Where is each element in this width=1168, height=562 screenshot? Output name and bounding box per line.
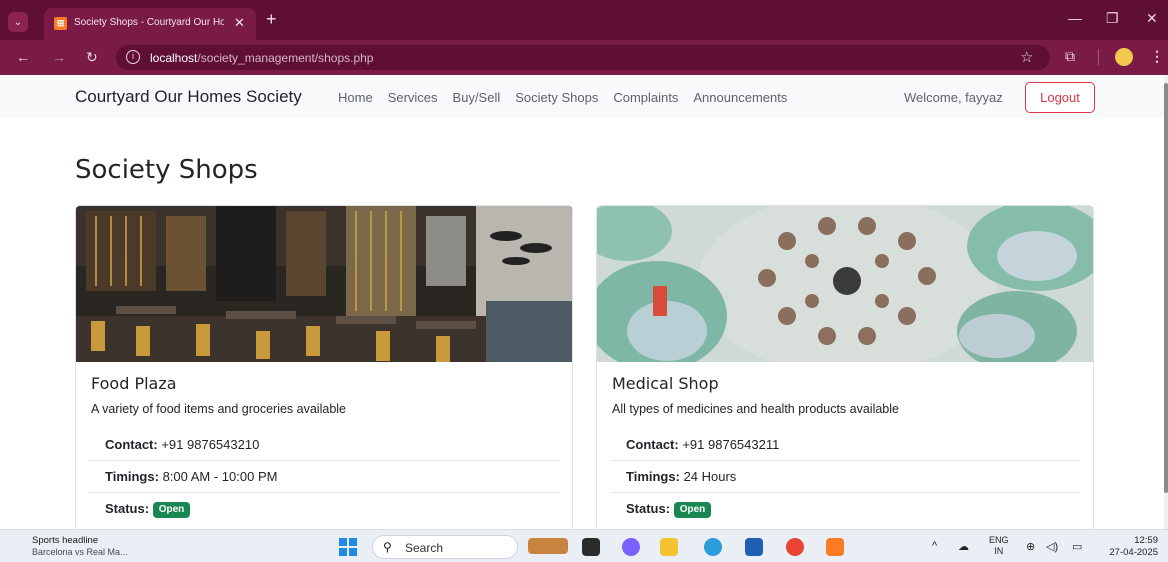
shop-card-food-plaza: Food Plaza A variety of food items and g… <box>75 205 573 529</box>
store-icon[interactable] <box>745 538 763 556</box>
scrollbar-thumb[interactable] <box>1164 83 1168 493</box>
site-navbar: Courtyard Our Homes Society Home Service… <box>0 75 1168 118</box>
status-badge: Open <box>673 502 712 518</box>
shop-timings-row: Timings: 24 Hours <box>610 462 1080 493</box>
clock-time: 12:59 <box>1134 535 1158 546</box>
shop-name: Medical Shop <box>612 374 719 393</box>
contact-label: Contact: <box>626 437 679 452</box>
window-close-icon[interactable]: ✕ <box>1146 10 1158 27</box>
xampp-icon[interactable] <box>826 538 844 556</box>
shop-status-row: Status: Open <box>89 494 559 525</box>
new-tab-icon[interactable]: + <box>266 10 277 28</box>
shop-name: Food Plaza <box>91 374 177 393</box>
shop-status-row: Status: Open <box>610 494 1080 525</box>
shop-description: All types of medicines and health produc… <box>612 402 899 416</box>
cloud-icon[interactable]: ☁ <box>958 540 969 553</box>
restaurant-image <box>76 206 572 362</box>
search-icon: ⚲ <box>383 540 392 554</box>
task-view-icon[interactable] <box>582 538 600 556</box>
extensions-icon[interactable]: ⧉ <box>1065 48 1075 65</box>
surgeons-image <box>597 206 1093 362</box>
timings-label: Timings: <box>105 469 159 484</box>
tray-chevron-icon[interactable]: ^ <box>932 540 937 552</box>
browser-tab-strip: ⌄ ⊞ Society Shops - Courtyard Our Homes … <box>0 0 1168 40</box>
browser-menu-icon[interactable]: ⋮ <box>1150 48 1164 65</box>
chrome-icon[interactable] <box>786 538 804 556</box>
site-brand[interactable]: Courtyard Our Homes Society <box>75 87 302 107</box>
site-info-icon[interactable]: i <box>126 50 140 64</box>
welcome-text: Welcome, fayyaz <box>904 90 1003 105</box>
tab-close-icon[interactable]: ✕ <box>234 15 245 31</box>
tab-search-chevron-icon[interactable]: ⌄ <box>8 12 28 32</box>
nav-link-society-shops[interactable]: Society Shops <box>515 90 598 105</box>
url-text: localhost/society_management/shops.php <box>150 51 374 65</box>
shop-description: A variety of food items and groceries av… <box>91 402 346 416</box>
profile-avatar[interactable] <box>1115 48 1133 66</box>
timings-value: 8:00 AM - 10:00 PM <box>162 469 278 484</box>
shop-contact-row: Contact: +91 9876543211 <box>610 430 1080 461</box>
page-scrollbar[interactable] <box>1164 75 1168 529</box>
clock-date: 27-04-2025 <box>1109 547 1158 558</box>
taskbar-search[interactable]: ⚲ Search <box>372 535 518 559</box>
nav-link-services[interactable]: Services <box>388 90 438 105</box>
restore-icon[interactable]: ❐ <box>1106 10 1119 27</box>
forward-arrow-icon[interactable]: → <box>52 49 66 65</box>
shop-timings-row: Timings: 8:00 AM - 10:00 PM <box>89 462 559 493</box>
shop-contact-row: Contact: +91 9876543210 <box>89 430 559 461</box>
status-label: Status: <box>105 501 150 516</box>
timings-value: 24 Hours <box>683 469 737 484</box>
timings-label: Timings: <box>626 469 680 484</box>
windows-taskbar: Sports headline Barcelona vs Real Ma... … <box>0 529 1168 562</box>
nav-link-announcements[interactable]: Announcements <box>693 90 787 105</box>
status-badge: Open <box>152 502 191 518</box>
bookmark-star-icon[interactable]: ☆ <box>1020 48 1033 66</box>
web-page: Courtyard Our Homes Society Home Service… <box>0 75 1168 529</box>
reload-icon[interactable]: ↻ <box>86 49 98 66</box>
news-widget-title[interactable]: Sports headline <box>32 535 98 546</box>
system-clock[interactable]: 12:59 27-04-2025 <box>1100 535 1158 559</box>
minimize-icon[interactable]: — <box>1068 10 1082 26</box>
nav-link-buy-sell[interactable]: Buy/Sell <box>453 90 501 105</box>
windows-start-icon[interactable] <box>339 538 357 556</box>
back-arrow-icon[interactable]: ← <box>16 49 30 65</box>
file-explorer-icon[interactable] <box>660 538 678 556</box>
toolbar-divider <box>1098 49 1099 65</box>
contact-value: +91 9876543211 <box>682 437 780 452</box>
browser-tab[interactable]: ⊞ Society Shops - Courtyard Our Homes So… <box>44 8 256 40</box>
news-widget-text[interactable]: Barcelona vs Real Ma... <box>32 547 128 557</box>
xampp-favicon-icon: ⊞ <box>54 17 67 30</box>
language-indicator[interactable]: ENG IN <box>989 535 1009 557</box>
network-icon[interactable]: ⊕ <box>1026 540 1035 553</box>
address-bar[interactable]: i localhost/society_management/shops.php… <box>116 45 1050 70</box>
nav-link-home[interactable]: Home <box>338 90 373 105</box>
page-title: Society Shops <box>75 155 258 185</box>
volume-icon[interactable]: ◁) <box>1046 540 1058 553</box>
tab-title: Society Shops - Courtyard Our Homes Soci… <box>74 17 224 28</box>
contact-value: +91 9876543210 <box>161 437 260 452</box>
search-label: Search <box>405 541 444 555</box>
shop-card-medical-shop: Medical Shop All types of medicines and … <box>596 205 1094 529</box>
contact-label: Contact: <box>105 437 158 452</box>
browser-toolbar: ← → ↻ i localhost/society_management/sho… <box>0 40 1168 75</box>
nav-links: Home Services Buy/Sell Society Shops Com… <box>338 90 787 105</box>
nav-link-complaints[interactable]: Complaints <box>613 90 678 105</box>
edge-icon[interactable] <box>704 538 722 556</box>
battery-icon[interactable]: ▭ <box>1072 540 1082 553</box>
status-label: Status: <box>626 501 671 516</box>
logout-button[interactable]: Logout <box>1025 82 1095 113</box>
copilot-icon[interactable] <box>622 538 640 556</box>
widget-app-icon[interactable] <box>528 538 568 554</box>
